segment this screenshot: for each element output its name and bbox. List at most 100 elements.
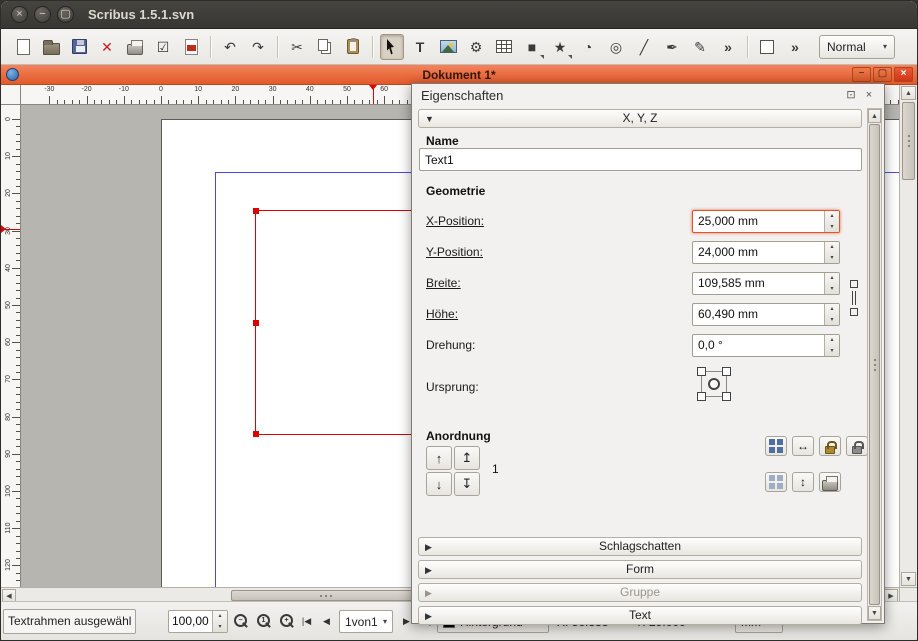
- width-spinbox[interactable]: 109,585 mm ▴ ▾: [692, 272, 840, 295]
- window-maximize-button[interactable]: ▢: [57, 6, 74, 23]
- lock-object-button[interactable]: [819, 436, 841, 456]
- scroll-up-button[interactable]: ▲: [901, 86, 916, 100]
- horizontal-scroll-thumb[interactable]: [231, 590, 421, 601]
- basepoint-top-left[interactable]: [697, 367, 706, 376]
- x-position-spin-down[interactable]: ▾: [825, 222, 839, 233]
- section-xyz-header[interactable]: ▼ X, Y, Z: [418, 109, 862, 128]
- palette-scroll-down-button[interactable]: ▼: [868, 606, 881, 620]
- insert-table-tool[interactable]: [492, 34, 516, 60]
- doc-close-button[interactable]: ×: [894, 67, 913, 82]
- insert-arc-tool[interactable]: ◔: [576, 34, 600, 60]
- flip-horizontal-button[interactable]: ↔: [792, 436, 814, 456]
- ungroup-button[interactable]: [765, 472, 787, 492]
- save-document-button[interactable]: [67, 34, 91, 60]
- save-as-pdf-button[interactable]: [179, 34, 203, 60]
- enable-printing-button[interactable]: [819, 472, 841, 492]
- window-close-button[interactable]: ×: [11, 6, 28, 23]
- lock-size-button[interactable]: [846, 436, 868, 456]
- view-overflow-button[interactable]: »: [783, 34, 807, 60]
- vertical-scroll-thumb[interactable]: [902, 102, 915, 180]
- insert-image-frame-tool[interactable]: [436, 34, 460, 60]
- frame-handle-tl[interactable]: [253, 208, 259, 214]
- name-input[interactable]: [419, 148, 862, 171]
- insert-polygon-tool[interactable]: ★: [548, 34, 572, 60]
- width-spin-down[interactable]: ▾: [825, 284, 839, 295]
- link-width-height-icon[interactable]: [849, 280, 859, 316]
- toolbar-overflow-button[interactable]: »: [716, 34, 740, 60]
- undo-button[interactable]: ↶: [218, 34, 242, 60]
- y-position-spinbox[interactable]: 24,000 mm ▴ ▾: [692, 241, 840, 264]
- insert-spiral-tool[interactable]: ◎: [604, 34, 628, 60]
- raise-to-top-button[interactable]: ↥: [454, 446, 480, 470]
- vertical-scrollbar[interactable]: ▲ ▼: [899, 85, 917, 587]
- zoom-in-button[interactable]: +: [277, 610, 298, 632]
- frame-handle-ml[interactable]: [253, 319, 259, 326]
- palette-float-button[interactable]: ⊡: [844, 88, 858, 102]
- new-document-button[interactable]: [11, 34, 35, 60]
- section-schlagschatten[interactable]: ▶ Schlagschatten: [418, 537, 862, 556]
- redo-button[interactable]: ↷: [246, 34, 270, 60]
- palette-scroll-up-button[interactable]: ▲: [868, 109, 881, 123]
- palette-close-button[interactable]: ×: [862, 88, 876, 102]
- basepoint-selector[interactable]: [697, 367, 731, 401]
- print-button[interactable]: [123, 34, 147, 60]
- palette-titlebar[interactable]: Eigenschaften ⊡ ×: [412, 84, 884, 106]
- frame-handle-bl[interactable]: [253, 431, 259, 437]
- palette-scrollbar[interactable]: ▲ ▼: [867, 108, 882, 621]
- palette-scroll-thumb[interactable]: [869, 124, 880, 605]
- insert-bezier-tool[interactable]: ✒: [660, 34, 684, 60]
- basepoint-bottom-right[interactable]: [722, 392, 731, 401]
- vertical-ruler[interactable]: 0 10 20 30 40 50 60 70 80 90 100 110 120: [1, 105, 21, 587]
- insert-render-frame-tool[interactable]: ⚙: [464, 34, 488, 60]
- insert-freehand-tool[interactable]: ✎: [688, 34, 712, 60]
- zoom-original-button[interactable]: 1: [254, 610, 275, 632]
- section-text[interactable]: ▶ Text: [418, 606, 862, 625]
- scroll-down-button[interactable]: ▼: [901, 572, 916, 586]
- insert-text-frame-tool[interactable]: T: [408, 34, 432, 60]
- first-page-button[interactable]: |◀: [297, 610, 316, 632]
- x-position-spinbox[interactable]: 25,000 mm ▴ ▾: [692, 210, 840, 233]
- preview-mode-button[interactable]: [755, 34, 779, 60]
- x-position-spin-up[interactable]: ▴: [825, 211, 839, 222]
- y-position-spin-up[interactable]: ▴: [825, 242, 839, 253]
- paste-button[interactable]: [341, 34, 365, 60]
- preflight-verifier-button[interactable]: ☑: [151, 34, 175, 60]
- zoom-spin-up[interactable]: ▴: [213, 611, 227, 622]
- lower-to-bottom-button[interactable]: ↧: [454, 472, 480, 496]
- window-minimize-button[interactable]: −: [34, 6, 51, 23]
- height-spin-up[interactable]: ▴: [825, 304, 839, 315]
- previous-page-button[interactable]: ◀: [317, 610, 336, 632]
- group-button[interactable]: [765, 436, 787, 456]
- basepoint-top-right[interactable]: [722, 367, 731, 376]
- height-spinbox[interactable]: 60,490 mm ▴ ▾: [692, 303, 840, 326]
- section-form[interactable]: ▶ Form: [418, 560, 862, 579]
- zoom-spin-down[interactable]: ▾: [213, 622, 227, 633]
- window-titlebar[interactable]: × − ▢ Scribus 1.5.1.svn: [1, 1, 917, 29]
- rotation-spin-down[interactable]: ▾: [825, 346, 839, 357]
- insert-line-tool[interactable]: ╱: [632, 34, 656, 60]
- open-document-button[interactable]: [39, 34, 63, 60]
- basepoint-bottom-left[interactable]: [697, 392, 706, 401]
- rotation-spinbox[interactable]: 0,0 ° ▴ ▾: [692, 334, 840, 357]
- copy-button[interactable]: [313, 34, 337, 60]
- rotation-spin-up[interactable]: ▴: [825, 335, 839, 346]
- raise-level-button[interactable]: ↑: [426, 446, 452, 470]
- flip-vertical-button[interactable]: ↕: [792, 472, 814, 492]
- close-document-button[interactable]: ✕: [95, 34, 119, 60]
- doc-restore-button[interactable]: ▢: [873, 67, 892, 82]
- select-item-tool[interactable]: [380, 33, 404, 60]
- width-spin-up[interactable]: ▴: [825, 273, 839, 284]
- cut-button[interactable]: ✂: [285, 34, 309, 60]
- lower-level-button[interactable]: ↓: [426, 472, 452, 496]
- insert-shape-tool[interactable]: ■: [520, 34, 544, 60]
- y-position-spin-down[interactable]: ▾: [825, 253, 839, 264]
- document-titlebar[interactable]: Dokument 1* − ▢ ×: [1, 65, 917, 85]
- view-mode-select[interactable]: Normal ▾: [819, 34, 895, 59]
- zoom-out-button[interactable]: −: [231, 610, 252, 632]
- basepoint-center[interactable]: [708, 378, 720, 390]
- page-select-combo[interactable]: 1von1 ▾: [339, 610, 393, 633]
- ruler-origin-corner[interactable]: [1, 85, 21, 105]
- doc-minimize-button[interactable]: −: [852, 67, 871, 82]
- zoom-level-spinbox[interactable]: 100,00 % ▴ ▾: [168, 610, 228, 633]
- height-spin-down[interactable]: ▾: [825, 315, 839, 326]
